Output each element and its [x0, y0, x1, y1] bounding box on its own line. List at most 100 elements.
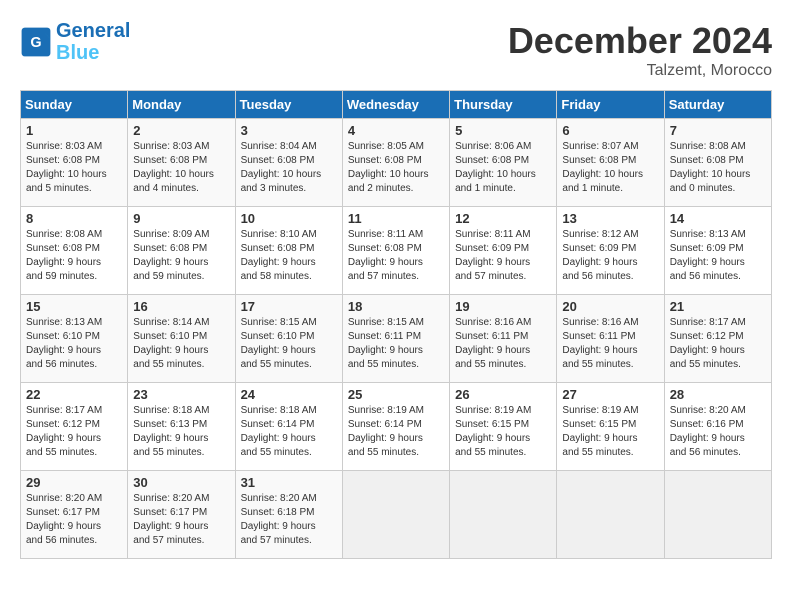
day-info: Sunrise: 8:18 AM Sunset: 6:13 PM Dayligh… [133, 404, 229, 460]
day-info: Sunrise: 8:20 AM Sunset: 6:18 PM Dayligh… [241, 492, 337, 548]
day-of-week-row: SundayMondayTuesdayWednesdayThursdayFrid… [21, 91, 772, 119]
calendar-day-cell: 26Sunrise: 8:19 AM Sunset: 6:15 PM Dayli… [450, 383, 557, 471]
day-info: Sunrise: 8:06 AM Sunset: 6:08 PM Dayligh… [455, 140, 551, 196]
day-number: 24 [241, 387, 337, 402]
day-info: Sunrise: 8:17 AM Sunset: 6:12 PM Dayligh… [26, 404, 122, 460]
day-number: 28 [670, 387, 766, 402]
calendar-week-row: 22 Sunrise: 8:17 AM Sunset: 6:12 PM Dayli… [21, 383, 772, 471]
day-of-week-header: Wednesday [342, 91, 449, 119]
day-number: 9 [133, 211, 229, 226]
calendar-day-cell: 11 Sunrise: 8:11 AM Sunset: 6:08 PM Dayli… [342, 207, 449, 295]
calendar-day-cell: 24 Sunrise: 8:18 AM Sunset: 6:14 PM Dayli… [235, 383, 342, 471]
day-number: 8 [26, 211, 122, 226]
calendar-week-row: 8 Sunrise: 8:08 AM Sunset: 6:08 PM Daylig… [21, 207, 772, 295]
calendar-day-cell: 16 Sunrise: 8:14 AM Sunset: 6:10 PM Dayli… [128, 295, 235, 383]
day-info: Sunrise: 8:16 AM Sunset: 6:11 PM Dayligh… [562, 316, 658, 372]
day-number: 1 [26, 123, 122, 138]
day-info: Sunrise: 8:15 AM Sunset: 6:10 PM Dayligh… [241, 316, 337, 372]
day-number: 7 [670, 123, 766, 138]
calendar-day-cell: 29Sunrise: 8:20 AM Sunset: 6:17 PM Dayli… [21, 471, 128, 559]
calendar-day-cell: 2 Sunrise: 8:03 AM Sunset: 6:08 PM Daylig… [128, 119, 235, 207]
calendar-week-row: 29Sunrise: 8:20 AM Sunset: 6:17 PM Dayli… [21, 471, 772, 559]
day-info: Sunrise: 8:10 AM Sunset: 6:08 PM Dayligh… [241, 228, 337, 284]
day-number: 6 [562, 123, 658, 138]
calendar-day-cell: 15Sunrise: 8:13 AM Sunset: 6:10 PM Dayli… [21, 295, 128, 383]
day-of-week-header: Saturday [664, 91, 771, 119]
calendar-table: SundayMondayTuesdayWednesdayThursdayFrid… [20, 90, 772, 559]
calendar-day-cell: 19Sunrise: 8:16 AM Sunset: 6:11 PM Dayli… [450, 295, 557, 383]
day-number: 14 [670, 211, 766, 226]
day-number: 13 [562, 211, 658, 226]
calendar-day-cell: 17 Sunrise: 8:15 AM Sunset: 6:10 PM Dayli… [235, 295, 342, 383]
calendar-day-cell: 18Sunrise: 8:15 AM Sunset: 6:11 PM Dayli… [342, 295, 449, 383]
day-info: Sunrise: 8:17 AM Sunset: 6:12 PM Dayligh… [670, 316, 766, 372]
calendar-day-cell: 28 Sunrise: 8:20 AM Sunset: 6:16 PM Dayli… [664, 383, 771, 471]
day-info: Sunrise: 8:04 AM Sunset: 6:08 PM Dayligh… [241, 140, 337, 196]
page-header: G GeneralBlue December 2024 Talzemt, Mor… [20, 20, 772, 80]
day-number: 5 [455, 123, 551, 138]
day-number: 17 [241, 299, 337, 314]
calendar-day-cell: 7 Sunrise: 8:08 AM Sunset: 6:08 PM Daylig… [664, 119, 771, 207]
day-number: 16 [133, 299, 229, 314]
day-number: 3 [241, 123, 337, 138]
day-of-week-header: Monday [128, 91, 235, 119]
calendar-day-cell: 12 Sunrise: 8:11 AM Sunset: 6:09 PM Dayli… [450, 207, 557, 295]
day-info: Sunrise: 8:11 AM Sunset: 6:09 PM Dayligh… [455, 228, 551, 284]
calendar-day-cell: 23 Sunrise: 8:18 AM Sunset: 6:13 PM Dayli… [128, 383, 235, 471]
day-number: 31 [241, 475, 337, 490]
day-number: 25 [348, 387, 444, 402]
calendar-day-cell: 13 Sunrise: 8:12 AM Sunset: 6:09 PM Dayli… [557, 207, 664, 295]
day-of-week-header: Thursday [450, 91, 557, 119]
calendar-day-cell: 1 Sunrise: 8:03 AM Sunset: 6:08 PM Daylig… [21, 119, 128, 207]
calendar-day-cell: 14 Sunrise: 8:13 AM Sunset: 6:09 PM Dayli… [664, 207, 771, 295]
day-number: 2 [133, 123, 229, 138]
logo: G GeneralBlue [20, 20, 130, 64]
day-info: Sunrise: 8:15 AM Sunset: 6:11 PM Dayligh… [348, 316, 444, 372]
day-number: 15 [26, 299, 122, 314]
calendar-day-cell [450, 471, 557, 559]
day-info: Sunrise: 8:13 AM Sunset: 6:09 PM Dayligh… [670, 228, 766, 284]
day-info: Sunrise: 8:19 AM Sunset: 6:15 PM Dayligh… [562, 404, 658, 460]
day-info: Sunrise: 8:08 AM Sunset: 6:08 PM Dayligh… [26, 228, 122, 284]
day-info: Sunrise: 8:05 AM Sunset: 6:08 PM Dayligh… [348, 140, 444, 196]
day-number: 20 [562, 299, 658, 314]
calendar-day-cell [342, 471, 449, 559]
calendar-day-cell: 25Sunrise: 8:19 AM Sunset: 6:14 PM Dayli… [342, 383, 449, 471]
day-of-week-header: Friday [557, 91, 664, 119]
calendar-day-cell: 22 Sunrise: 8:17 AM Sunset: 6:12 PM Dayli… [21, 383, 128, 471]
day-number: 12 [455, 211, 551, 226]
logo-text: GeneralBlue [56, 20, 130, 64]
day-number: 30 [133, 475, 229, 490]
calendar-day-cell: 6 Sunrise: 8:07 AM Sunset: 6:08 PM Daylig… [557, 119, 664, 207]
calendar-day-cell: 3 Sunrise: 8:04 AM Sunset: 6:08 PM Daylig… [235, 119, 342, 207]
day-number: 4 [348, 123, 444, 138]
day-info: Sunrise: 8:18 AM Sunset: 6:14 PM Dayligh… [241, 404, 337, 460]
day-info: Sunrise: 8:11 AM Sunset: 6:08 PM Dayligh… [348, 228, 444, 284]
calendar-day-cell: 4 Sunrise: 8:05 AM Sunset: 6:08 PM Daylig… [342, 119, 449, 207]
day-info: Sunrise: 8:19 AM Sunset: 6:15 PM Dayligh… [455, 404, 551, 460]
svg-text:G: G [30, 35, 41, 51]
day-info: Sunrise: 8:08 AM Sunset: 6:08 PM Dayligh… [670, 140, 766, 196]
day-info: Sunrise: 8:16 AM Sunset: 6:11 PM Dayligh… [455, 316, 551, 372]
calendar-day-cell: 5 Sunrise: 8:06 AM Sunset: 6:08 PM Daylig… [450, 119, 557, 207]
day-info: Sunrise: 8:20 AM Sunset: 6:16 PM Dayligh… [670, 404, 766, 460]
day-info: Sunrise: 8:12 AM Sunset: 6:09 PM Dayligh… [562, 228, 658, 284]
calendar-day-cell: 10Sunrise: 8:10 AM Sunset: 6:08 PM Dayli… [235, 207, 342, 295]
day-number: 23 [133, 387, 229, 402]
day-info: Sunrise: 8:14 AM Sunset: 6:10 PM Dayligh… [133, 316, 229, 372]
day-info: Sunrise: 8:03 AM Sunset: 6:08 PM Dayligh… [133, 140, 229, 196]
day-info: Sunrise: 8:03 AM Sunset: 6:08 PM Dayligh… [26, 140, 122, 196]
calendar-body: 1 Sunrise: 8:03 AM Sunset: 6:08 PM Daylig… [21, 119, 772, 559]
calendar-day-cell [557, 471, 664, 559]
title-block: December 2024 Talzemt, Morocco [508, 20, 772, 80]
calendar-day-cell: 31 Sunrise: 8:20 AM Sunset: 6:18 PM Dayli… [235, 471, 342, 559]
calendar-week-row: 1 Sunrise: 8:03 AM Sunset: 6:08 PM Daylig… [21, 119, 772, 207]
day-info: Sunrise: 8:09 AM Sunset: 6:08 PM Dayligh… [133, 228, 229, 284]
calendar-day-cell: 20 Sunrise: 8:16 AM Sunset: 6:11 PM Dayli… [557, 295, 664, 383]
day-number: 22 [26, 387, 122, 402]
day-info: Sunrise: 8:07 AM Sunset: 6:08 PM Dayligh… [562, 140, 658, 196]
day-number: 11 [348, 211, 444, 226]
calendar-day-cell: 21Sunrise: 8:17 AM Sunset: 6:12 PM Dayli… [664, 295, 771, 383]
location-title: Talzemt, Morocco [508, 62, 772, 80]
calendar-week-row: 15Sunrise: 8:13 AM Sunset: 6:10 PM Dayli… [21, 295, 772, 383]
